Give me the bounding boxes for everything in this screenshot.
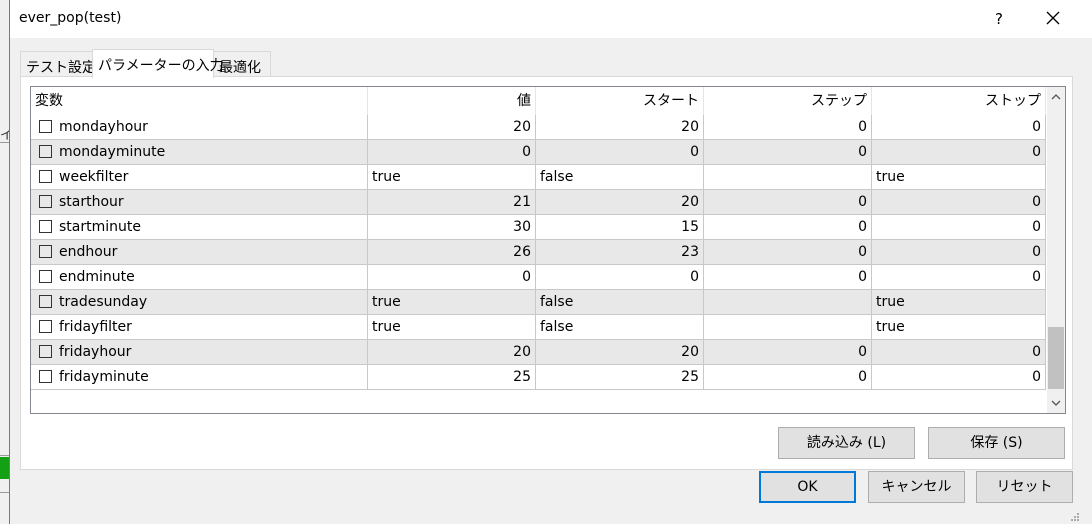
cell-start[interactable]: false bbox=[536, 290, 704, 315]
table-row[interactable]: fridayfilter true false true bbox=[31, 315, 1046, 340]
table-row[interactable]: weekfilter true false true bbox=[31, 165, 1046, 190]
table-row[interactable]: fridayhour 20 20 0 0 bbox=[31, 340, 1046, 365]
load-button[interactable]: 読み込み (L) bbox=[778, 427, 915, 459]
cell-step[interactable]: 0 bbox=[704, 340, 872, 365]
cell-step[interactable] bbox=[704, 165, 872, 190]
column-header-value[interactable]: 値 bbox=[368, 87, 536, 115]
cell-stop[interactable]: 0 bbox=[872, 340, 1046, 365]
cell-variable[interactable]: startminute bbox=[31, 215, 368, 240]
cell-value[interactable]: true bbox=[368, 290, 536, 315]
background-divider bbox=[0, 142, 9, 143]
column-header-variable[interactable]: 変数 bbox=[31, 87, 368, 115]
tab-parameter-input[interactable]: パラメーターの入力 bbox=[92, 49, 224, 78]
cell-value[interactable]: true bbox=[368, 165, 536, 190]
table-row[interactable]: tradesunday true false true bbox=[31, 290, 1046, 315]
parameters-dialog: ever_pop(test) ? テスト設定 パラメーターの入力 最適化 変数 … bbox=[9, 0, 1092, 524]
cell-stop[interactable]: 0 bbox=[872, 190, 1046, 215]
table-row[interactable]: mondayhour 20 20 0 0 bbox=[31, 115, 1046, 140]
scroll-up-icon[interactable] bbox=[1047, 87, 1065, 107]
reset-button[interactable]: リセット bbox=[976, 471, 1073, 503]
tab-test-settings[interactable]: テスト設定 bbox=[20, 51, 96, 77]
cell-stop[interactable]: 0 bbox=[872, 365, 1046, 390]
cell-variable[interactable]: mondayhour bbox=[31, 115, 368, 140]
cancel-button[interactable]: キャンセル bbox=[868, 471, 965, 503]
cell-step[interactable]: 0 bbox=[704, 365, 872, 390]
cell-step[interactable]: 0 bbox=[704, 115, 872, 140]
table-row[interactable]: endhour 26 23 0 0 bbox=[31, 240, 1046, 265]
background-divider bbox=[0, 455, 9, 456]
cell-stop[interactable]: 0 bbox=[872, 115, 1046, 140]
cell-variable[interactable]: fridayminute bbox=[31, 365, 368, 390]
background-green-bar bbox=[0, 457, 9, 479]
cell-value[interactable]: 30 bbox=[368, 215, 536, 240]
window-title: ever_pop(test) bbox=[19, 10, 122, 26]
column-header-start[interactable]: スタート bbox=[536, 87, 704, 115]
ok-button[interactable]: OK bbox=[759, 471, 856, 503]
cell-step[interactable]: 0 bbox=[704, 240, 872, 265]
cell-value[interactable]: 25 bbox=[368, 365, 536, 390]
parameter-table: 変数 値 スタート ステップ ストップ mondayhour 20 20 0 0 mond… bbox=[30, 86, 1066, 414]
cell-variable[interactable]: fridayfilter bbox=[31, 315, 368, 340]
cell-start[interactable]: 0 bbox=[536, 265, 704, 290]
cell-stop[interactable]: true bbox=[872, 165, 1046, 190]
title-bar: ever_pop(test) ? bbox=[10, 0, 1092, 38]
cell-step[interactable] bbox=[704, 315, 872, 340]
cell-stop[interactable]: true bbox=[872, 315, 1046, 340]
cell-value[interactable]: 21 bbox=[368, 190, 536, 215]
table-header: 変数 値 スタート ステップ ストップ bbox=[31, 87, 1046, 115]
cell-start[interactable]: 20 bbox=[536, 340, 704, 365]
scrollbar-thumb[interactable] bbox=[1048, 327, 1064, 389]
cell-start[interactable]: 20 bbox=[536, 190, 704, 215]
resize-grip-icon[interactable] bbox=[1070, 512, 1080, 522]
cell-variable[interactable]: weekfilter bbox=[31, 165, 368, 190]
cell-stop[interactable]: true bbox=[872, 290, 1046, 315]
cell-start[interactable]: 23 bbox=[536, 240, 704, 265]
cell-start[interactable]: 15 bbox=[536, 215, 704, 240]
cell-start[interactable]: 20 bbox=[536, 115, 704, 140]
cell-value[interactable]: 0 bbox=[368, 265, 536, 290]
cell-step[interactable]: 0 bbox=[704, 215, 872, 240]
cell-value[interactable]: 20 bbox=[368, 115, 536, 140]
cell-stop[interactable]: 0 bbox=[872, 215, 1046, 240]
save-button[interactable]: 保存 (S) bbox=[928, 427, 1065, 459]
cell-stop[interactable]: 0 bbox=[872, 140, 1046, 165]
table-row[interactable]: starthour 21 20 0 0 bbox=[31, 190, 1046, 215]
cell-variable[interactable]: starthour bbox=[31, 190, 368, 215]
cell-value[interactable]: 20 bbox=[368, 340, 536, 365]
column-header-stop[interactable]: ストップ bbox=[872, 87, 1046, 115]
table-row[interactable]: mondayminute 0 0 0 0 bbox=[31, 140, 1046, 165]
column-header-step[interactable]: ステップ bbox=[704, 87, 872, 115]
help-button[interactable]: ? bbox=[988, 8, 1010, 30]
cell-step[interactable]: 0 bbox=[704, 265, 872, 290]
cell-stop[interactable]: 0 bbox=[872, 240, 1046, 265]
cell-variable[interactable]: endminute bbox=[31, 265, 368, 290]
cell-stop[interactable]: 0 bbox=[872, 265, 1046, 290]
table-row[interactable]: startminute 30 15 0 0 bbox=[31, 215, 1046, 240]
table-row[interactable]: fridayminute 25 25 0 0 bbox=[31, 365, 1046, 390]
cell-variable[interactable]: fridayhour bbox=[31, 340, 368, 365]
cell-variable[interactable]: tradesunday bbox=[31, 290, 368, 315]
vertical-scrollbar[interactable] bbox=[1047, 87, 1065, 413]
close-icon[interactable] bbox=[1040, 7, 1066, 31]
cell-start[interactable]: 25 bbox=[536, 365, 704, 390]
cell-start[interactable]: false bbox=[536, 315, 704, 340]
cell-step[interactable]: 0 bbox=[704, 190, 872, 215]
table-row[interactable]: endminute 0 0 0 0 bbox=[31, 265, 1046, 290]
cell-step[interactable] bbox=[704, 290, 872, 315]
cell-value[interactable]: true bbox=[368, 315, 536, 340]
cell-variable[interactable]: endhour bbox=[31, 240, 368, 265]
cell-step[interactable]: 0 bbox=[704, 140, 872, 165]
cell-start[interactable]: false bbox=[536, 165, 704, 190]
cell-value[interactable]: 0 bbox=[368, 140, 536, 165]
cell-start[interactable]: 0 bbox=[536, 140, 704, 165]
cell-value[interactable]: 26 bbox=[368, 240, 536, 265]
scroll-down-icon[interactable] bbox=[1047, 393, 1065, 413]
background-divider bbox=[0, 492, 9, 493]
cell-variable[interactable]: mondayminute bbox=[31, 140, 368, 165]
